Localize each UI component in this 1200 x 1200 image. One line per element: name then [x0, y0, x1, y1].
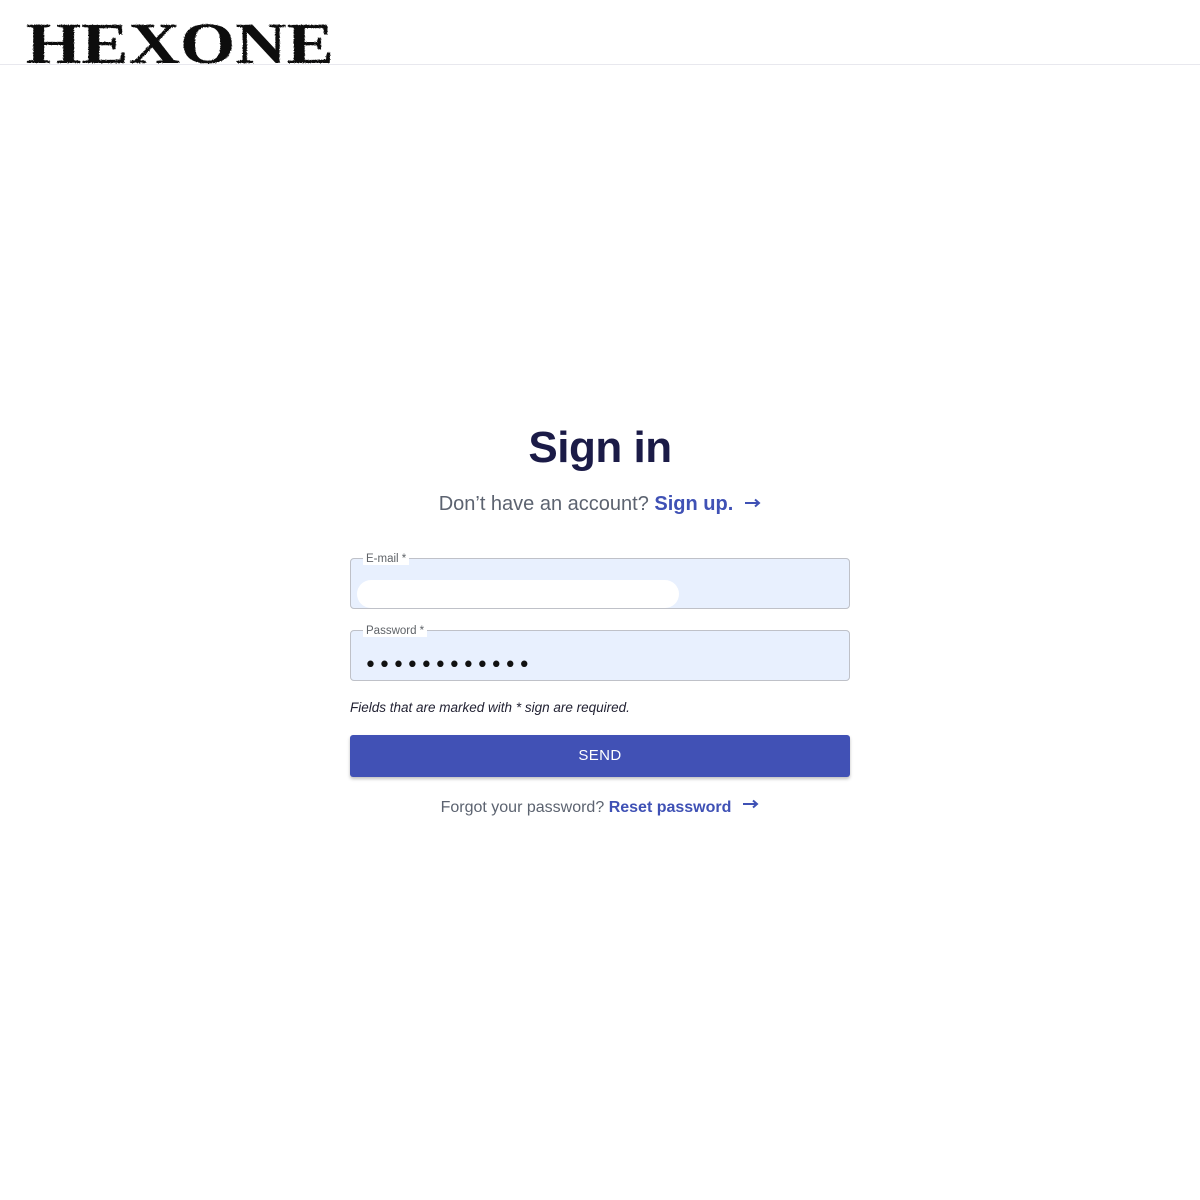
send-button[interactable]: SEND [350, 734, 850, 777]
reset-password-link-label: Reset password [608, 798, 732, 816]
password-input[interactable] [364, 650, 824, 681]
password-label: Password * [363, 624, 428, 637]
logo-wordmark: HEXONE [26, 18, 334, 68]
signup-prompt: Don’t have an account? Sign up. [350, 490, 850, 519]
password-field[interactable]: Password * [350, 624, 850, 681]
email-field[interactable]: E-mail * [350, 552, 850, 609]
signup-link[interactable]: Sign up. [654, 493, 761, 515]
email-label: E-mail * [363, 552, 410, 565]
arrow-right-icon [743, 795, 759, 817]
email-input[interactable] [357, 579, 679, 608]
hexone-logo[interactable]: HEXONE [26, 18, 336, 68]
signup-link-label: Sign up. [654, 493, 734, 515]
reset-password-link[interactable]: Reset password [609, 799, 760, 816]
forgot-password-text: Forgot your password? [440, 798, 605, 816]
forgot-password-prompt: Forgot your password? Reset password [350, 797, 850, 819]
arrow-right-icon [745, 489, 761, 517]
no-account-text: Don’t have an account? [438, 493, 649, 515]
page-title: Sign in [528, 423, 672, 472]
svg-text:HEXONE: HEXONE [26, 18, 334, 68]
required-fields-note: Fields that are marked with * sign are r… [350, 699, 630, 715]
signin-form: Sign in Don’t have an account? Sign up. … [350, 420, 850, 819]
top-bar: HEXONE [0, 0, 1200, 68]
